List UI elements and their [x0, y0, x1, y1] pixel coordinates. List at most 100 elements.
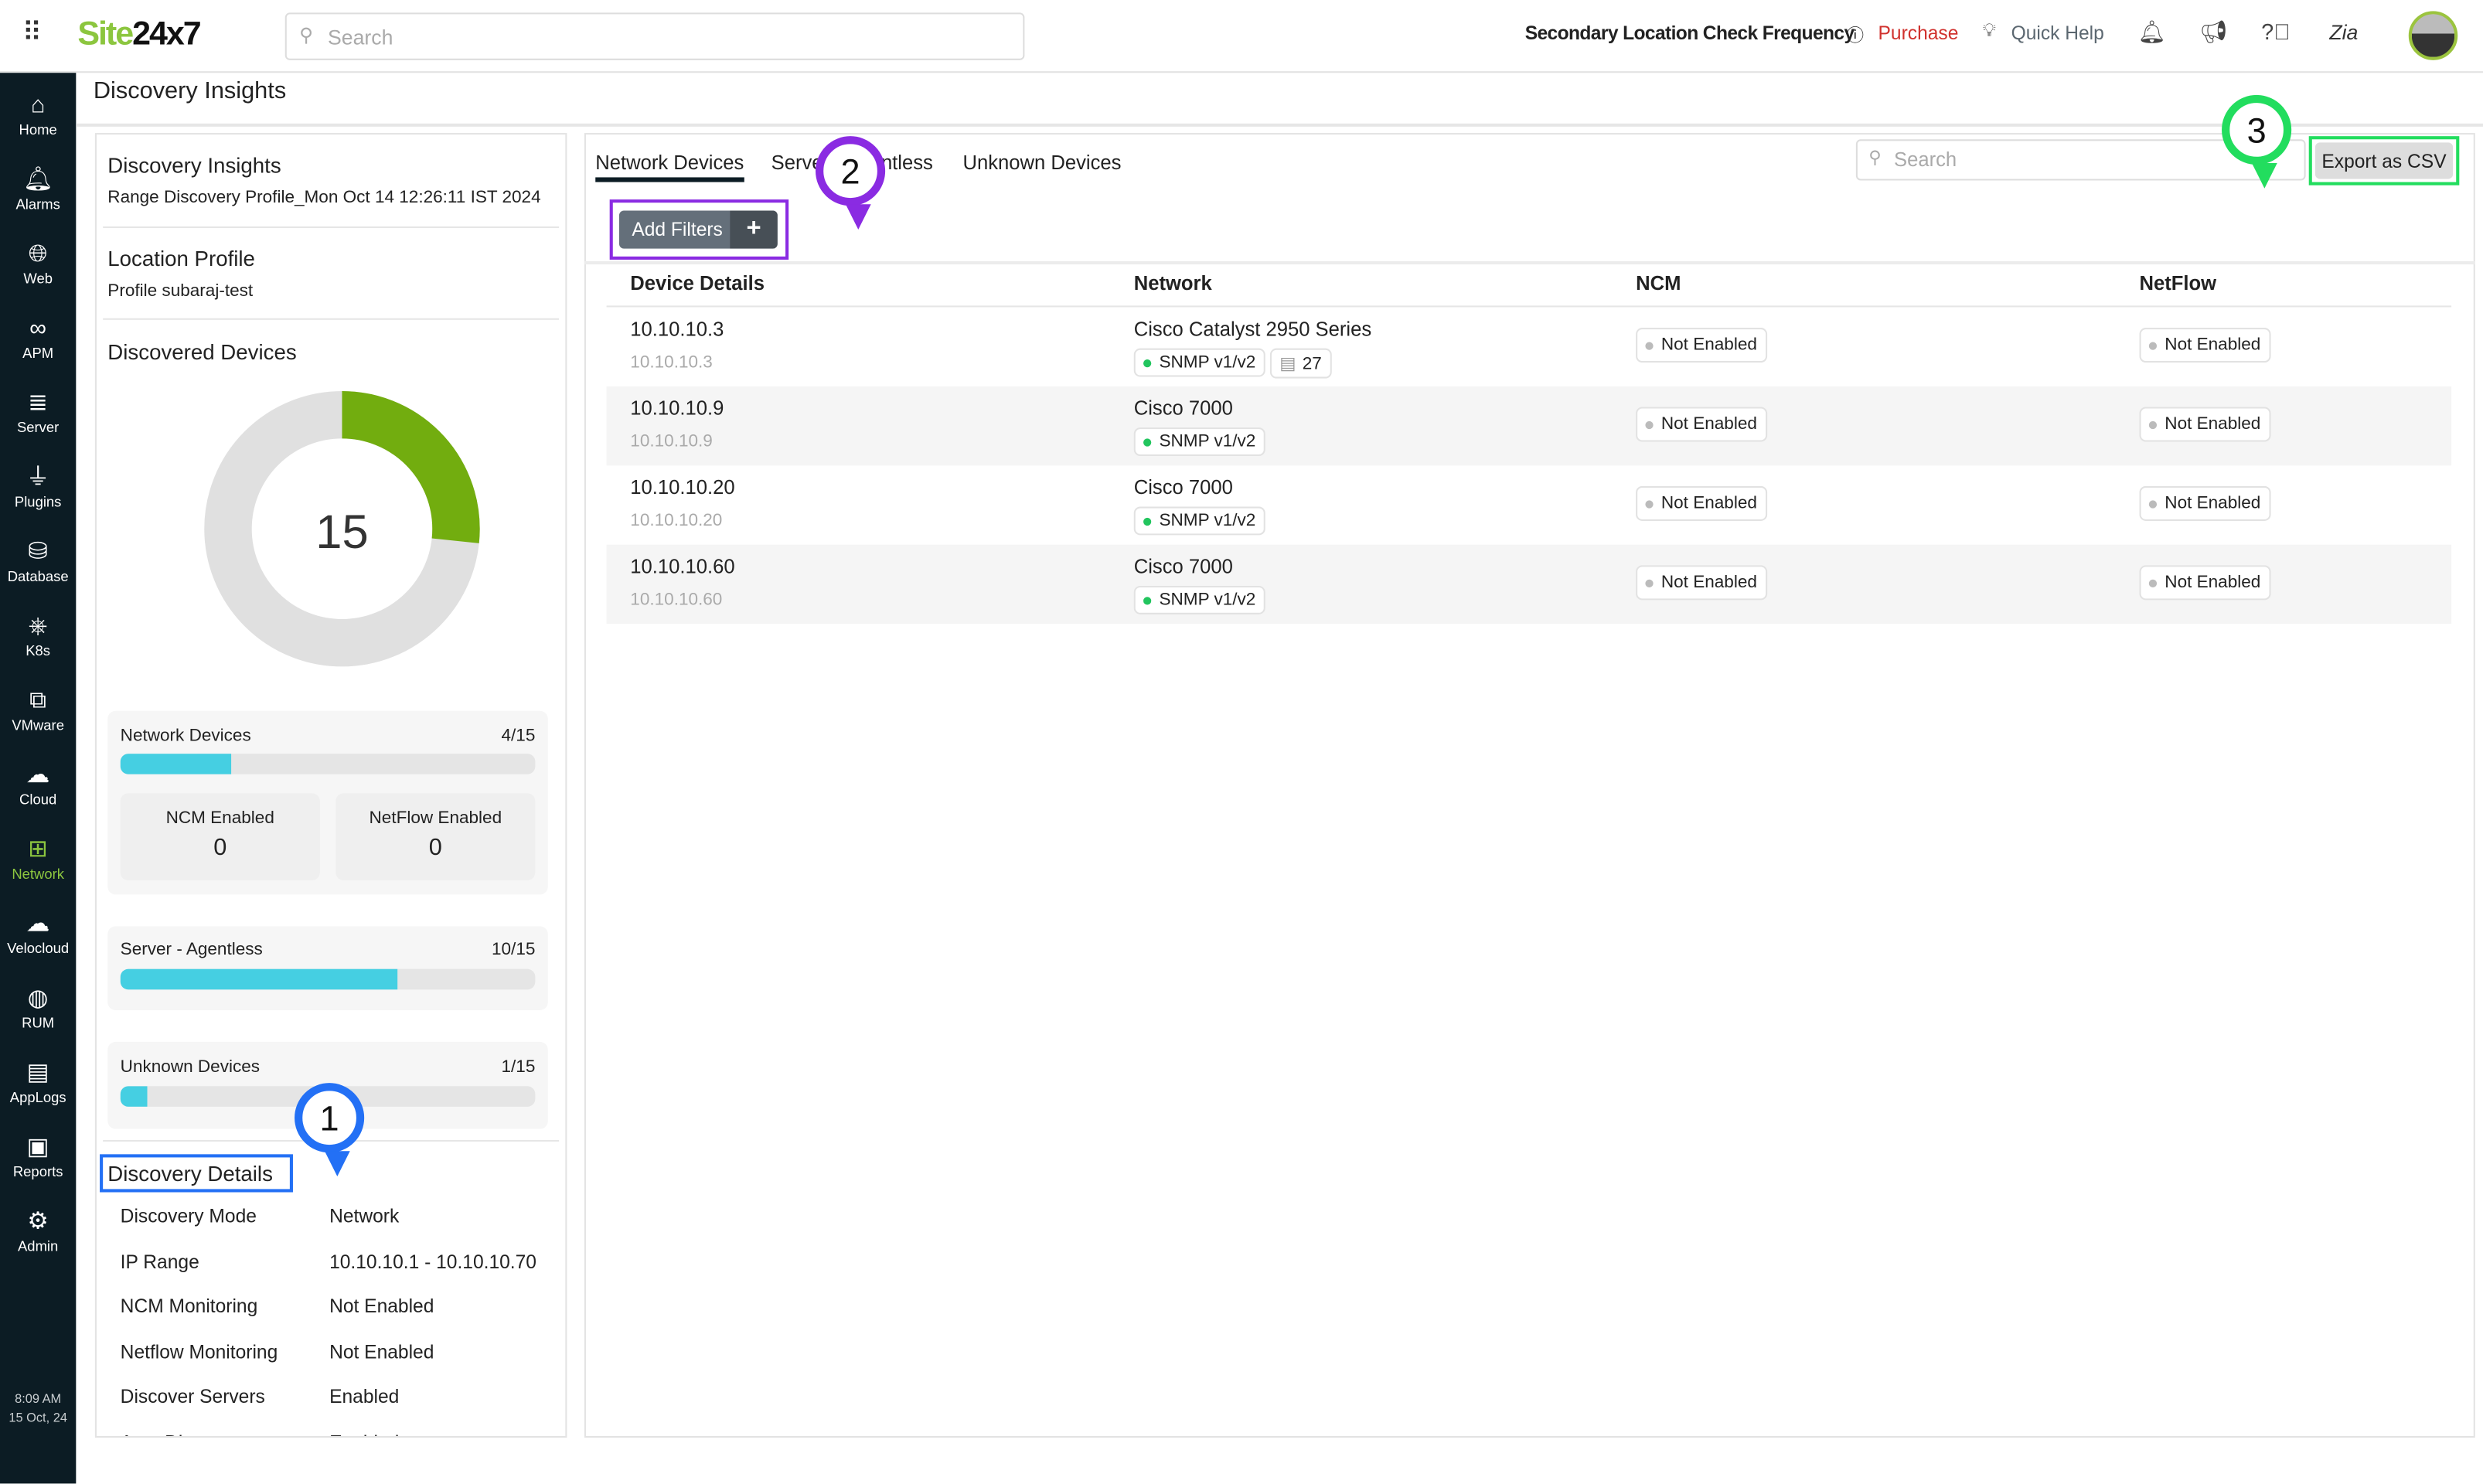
network-icon: ⊞ [28, 836, 49, 863]
sidebar-item-label: Admin [18, 1237, 59, 1254]
status-dot [1143, 359, 1152, 367]
table-row[interactable]: 10.10.10.20 10.10.10.20 Cisco 7000 SNMP … [607, 465, 2452, 544]
col-ncm[interactable]: NCM [1636, 272, 1681, 294]
sidebar-item-label: Cloud [19, 791, 57, 808]
card-count: 4/15 [501, 727, 536, 746]
sidebar-item-label: AppLogs [9, 1089, 66, 1105]
sidebar-item-label: Web [23, 271, 53, 287]
device-ip[interactable]: 10.10.10.60 [630, 556, 734, 578]
sidebar-item-label: Server [16, 419, 60, 436]
sidebar-item-admin[interactable]: ⚙ Admin [0, 1208, 76, 1254]
sidebar-item-network[interactable]: ⊞ Network [0, 836, 76, 882]
netflow-enabled-stat: NetFlow Enabled 0 [335, 793, 536, 880]
quick-help-link[interactable]: Quick Help [2011, 22, 2104, 45]
col-netflow[interactable]: NetFlow [2140, 272, 2217, 294]
cloud-icon: ☁ [26, 761, 50, 789]
purchase-link[interactable]: Purchase [1878, 22, 1959, 45]
tab-unknown-devices[interactable]: Unknown Devices [962, 152, 1121, 175]
card-label: Unknown Devices [120, 1057, 261, 1077]
clock: 8:09 AM 15 Oct, 24 [9, 1391, 67, 1425]
status-dot [1143, 437, 1152, 446]
app-grid-icon[interactable]: ⠿ [22, 18, 43, 49]
annotation-marker-2: 2 [815, 136, 886, 230]
detail-label: IP Range [120, 1250, 199, 1272]
zia-icon[interactable]: Zia [2329, 21, 2358, 45]
global-search-input[interactable]: ⚲ Search [284, 12, 1025, 60]
sidebar-item-web[interactable]: 🌐︎ Web [0, 240, 76, 286]
add-filters-button[interactable]: Add Filters + [618, 210, 778, 249]
device-ip-sub: 10.10.10.60 [630, 591, 723, 610]
netflow-status-badge: Not Enabled [2139, 328, 2270, 363]
device-ip[interactable]: 10.10.10.3 [630, 318, 724, 341]
detail-label: Discovery Mode [120, 1204, 257, 1227]
details-title: Discovery Details [107, 1162, 273, 1186]
divider [76, 123, 2483, 127]
gear-icon: ⚙ [27, 1208, 49, 1235]
device-model: Cisco Catalyst 2950 Series [1133, 318, 1372, 341]
sidebar-item-label: Reports [12, 1163, 63, 1180]
table-row[interactable]: 10.10.10.60 10.10.10.60 Cisco 7000 SNMP … [606, 544, 2452, 625]
table-row[interactable]: 10.10.10.3 10.10.10.3 Cisco Catalyst 295… [607, 307, 2452, 386]
logo[interactable]: Site24x7 [77, 15, 201, 53]
export-highlight: Export as CSV [2308, 136, 2460, 186]
sidebar-item-server[interactable]: ≣ Server [0, 390, 76, 435]
avatar[interactable] [2408, 11, 2458, 60]
device-ip[interactable]: 10.10.10.20 [630, 477, 734, 499]
ncm-status-badge: Not Enabled [1636, 407, 1767, 442]
table-row[interactable]: 10.10.10.9 10.10.10.9 Cisco 7000 SNMP v1… [606, 386, 2452, 466]
annotation-marker-1: 1 [295, 1083, 365, 1177]
status-dot [1143, 596, 1152, 604]
ncm-status-badge: Not Enabled [1636, 565, 1767, 601]
ports-badge: ▤ 27 [1269, 348, 1332, 379]
info-icon[interactable]: ⓘ [1847, 22, 1865, 48]
col-device-details[interactable]: Device Details [630, 272, 765, 294]
megaphone-icon[interactable]: 📢︎ [2199, 19, 2227, 46]
sidebar-item-database[interactable]: ⛁ Database [0, 538, 76, 584]
device-ip-sub: 10.10.10.9 [630, 432, 713, 451]
device-ip[interactable]: 10.10.10.9 [630, 397, 724, 420]
sidebar-item-label: Database [7, 568, 69, 584]
top-bar: ⠿ Site24x7 ⚲ Search Secondary Location Ch… [0, 0, 2483, 73]
netflow-status-badge: Not Enabled [2139, 407, 2270, 442]
protocol-badge: SNMP v1/v2 [1133, 348, 1265, 377]
detail-value: Network [329, 1204, 400, 1227]
sidebar-item-vmware[interactable]: ⧉ VMware [0, 687, 76, 733]
sidebar-item-reports[interactable]: ▣ Reports [0, 1134, 76, 1179]
annotation-marker-3: 3 [2222, 94, 2292, 189]
sidebar-item-label: Home [19, 121, 57, 138]
home-icon: ⌂ [30, 91, 46, 119]
search-icon: ⚲ [299, 23, 314, 46]
help-icon[interactable]: ?⃝ [2261, 19, 2290, 45]
bell-icon[interactable]: 🔔︎ [2137, 19, 2165, 46]
sidebar-item-apm[interactable]: ∞ APM [0, 315, 76, 361]
plug-icon: ⏚ [26, 464, 50, 492]
sidebar-item-cloud[interactable]: ☁ Cloud [0, 761, 76, 807]
device-model: Cisco 7000 [1133, 556, 1233, 578]
sidebar-item-label: Alarms [15, 196, 60, 213]
sidebar-item-home[interactable]: ⌂ Home [0, 92, 76, 138]
sidebar-item-plugins[interactable]: ⏚ Plugins [0, 464, 76, 509]
status-dot [1143, 517, 1152, 526]
netflow-status-badge: Not Enabled [2139, 565, 2270, 601]
server-agentless-card: Server - Agentless 10/15 [107, 926, 548, 1010]
netflow-status-badge: Not Enabled [2139, 485, 2270, 521]
sidebar-item-k8s[interactable]: ⎈ K8s [0, 613, 76, 659]
sidebar-item-alarms[interactable]: 🔔︎ Alarms [0, 166, 76, 212]
sidebar-item-rum[interactable]: ◍ RUM [0, 985, 76, 1030]
log-search-icon: ▤ [26, 1059, 49, 1087]
sidebar-item-label: VMware [12, 716, 64, 733]
sidebar: ⌂ Home 🔔︎ Alarms 🌐︎ Web ∞ APM ≣ Server ⏚ Plugins ⛁ Da… [0, 73, 77, 1484]
sidebar-item-velocloud[interactable]: ☁ Velocloud [0, 910, 76, 956]
donut-chart: 15 [204, 390, 480, 667]
sidebar-item-applogs[interactable]: ▤ AppLogs [0, 1059, 76, 1104]
profile-name: Range Discovery Profile_Mon Oct 14 12:26… [107, 188, 541, 208]
col-network[interactable]: Network [1134, 272, 1212, 294]
ncm-enabled-stat: NCM Enabled 0 [120, 793, 320, 880]
sidebar-item-label: RUM [22, 1015, 55, 1031]
port-icon: ▤ [1279, 354, 1296, 374]
export-csv-button[interactable]: Export as CSV [2314, 142, 2454, 179]
protocol-badge: SNMP v1/v2 [1133, 585, 1265, 614]
protocol-badge: SNMP v1/v2 [1133, 427, 1265, 456]
tab-network-devices[interactable]: Network Devices [595, 152, 744, 182]
discovered-title: Discovered Devices [107, 340, 297, 365]
